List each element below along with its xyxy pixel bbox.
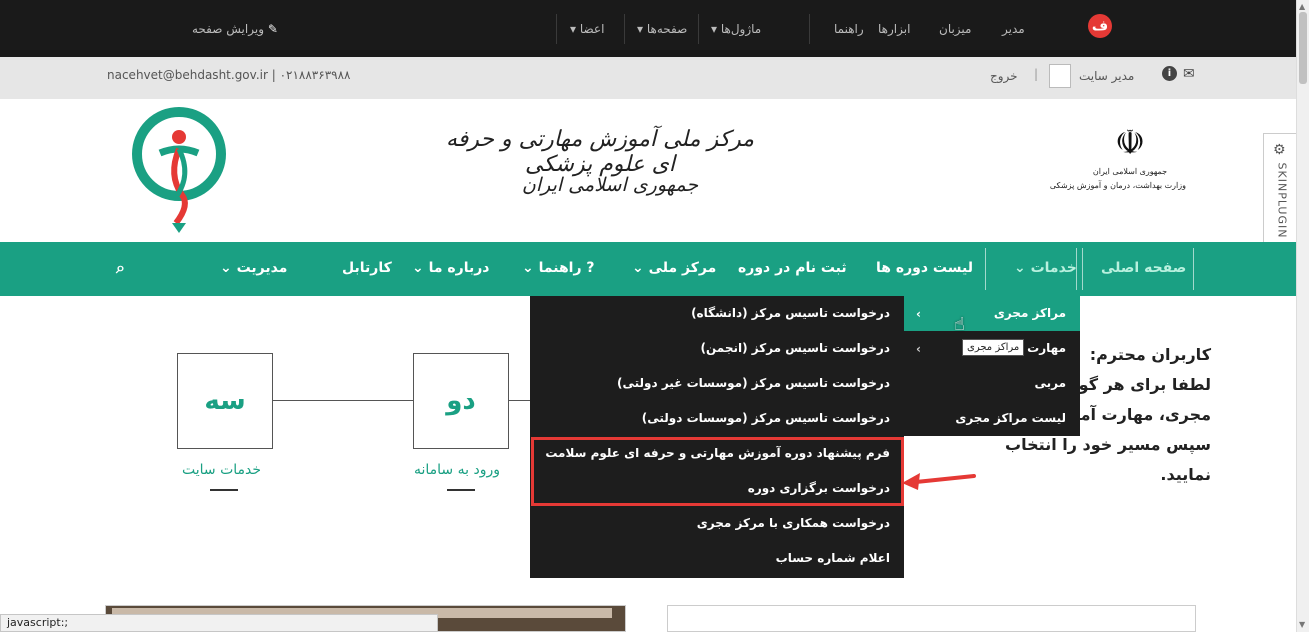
- ministry-line2: وزارت بهداشت، درمان و آموزش پزشکی: [1049, 181, 1186, 190]
- nav-cartable[interactable]: کارتابل: [342, 260, 392, 276]
- main-nav: ⌕ ⌄ مدیریت کارتابل ⌄ درباره ما ⌄ راهنما …: [0, 242, 1296, 296]
- contact-info: nacehvet@behdasht.gov.ir | ۰۲۱۸۸۳۶۳۹۸۸: [107, 68, 351, 82]
- submenu-item[interactable]: اعلام شماره حساب: [530, 541, 904, 576]
- divider: [698, 14, 699, 44]
- tools-link[interactable]: ابزارها: [878, 22, 910, 36]
- submenu-item[interactable]: درخواست تاسیس مرکز (موسسات غیر دولتی): [530, 366, 904, 401]
- iran-emblem-icon: ☫: [1114, 123, 1146, 163]
- underline: [447, 489, 475, 491]
- browser-page: { "topbar": { "edit_page": "ویرایش صفحه"…: [0, 0, 1309, 632]
- skinplugin-label: SKINPLUGIN: [1275, 162, 1289, 239]
- submenu-item[interactable]: درخواست تاسیس مرکز (موسسات دولتی): [530, 401, 904, 436]
- nav-home[interactable]: صفحه اصلی: [1082, 248, 1194, 290]
- step-connector: [509, 400, 531, 401]
- admin-toolbar: ویرایش صفحه ✎ ▾ اعضا ▾ صفحه‌ها ▾ ماژول‌ه…: [0, 0, 1296, 57]
- members-menu[interactable]: ▾ اعضا: [570, 22, 604, 36]
- avatar[interactable]: [1049, 64, 1071, 88]
- menu-item-centers-list[interactable]: لیست مراکز مجری: [903, 401, 1080, 436]
- help-link[interactable]: راهنما: [834, 22, 864, 36]
- arrow-icon: [902, 473, 976, 490]
- chevron-left-icon: ‹: [916, 342, 921, 356]
- submenu-item[interactable]: درخواست تاسیس مرکز (انجمن): [530, 331, 904, 366]
- site-subtitle: جمهوری اسلامی ایران: [521, 174, 699, 196]
- skinplugin-tab[interactable]: ⚙ SKINPLUGIN: [1263, 133, 1296, 252]
- search-icon[interactable]: ⌕: [116, 258, 125, 278]
- highlight-box: [531, 437, 904, 506]
- divider: [809, 14, 810, 44]
- step-three-box[interactable]: سه: [177, 353, 273, 449]
- submenu-item[interactable]: درخواست تاسیس مرکز (دانشگاه): [530, 296, 904, 331]
- nav-national-center[interactable]: ⌄ مرکز ملی: [632, 260, 716, 276]
- scroll-thumb[interactable]: [1299, 12, 1307, 84]
- info-card: [667, 605, 1196, 632]
- submenu-item[interactable]: درخواست همکاری با مرکز مجری: [530, 506, 904, 541]
- hand-cursor-icon: ☝: [954, 314, 965, 335]
- edit-page-link[interactable]: ویرایش صفحه ✎: [192, 22, 278, 36]
- step-two-box[interactable]: دو: [413, 353, 509, 449]
- question-icon: ?: [586, 260, 595, 276]
- step-two-label[interactable]: ورود به سامانه: [414, 462, 500, 478]
- site-title: مرکز ملی آموزش مهارتی و حرفه ای علوم پزش…: [445, 127, 755, 177]
- scrollbar[interactable]: ▲ ▼: [1296, 0, 1309, 632]
- site-header: مرکز ملی آموزش مهارتی و حرفه ای علوم پزش…: [0, 99, 1296, 242]
- divider: [556, 14, 557, 44]
- divider: |: [1034, 67, 1039, 81]
- divider: [624, 14, 625, 44]
- info-icon[interactable]: i: [1162, 66, 1177, 81]
- scroll-up-icon[interactable]: ▲: [1299, 2, 1305, 11]
- nav-about[interactable]: ⌄ درباره ما: [412, 260, 490, 276]
- host-link[interactable]: میزبان: [939, 22, 971, 36]
- scroll-down-icon[interactable]: ▼: [1299, 620, 1305, 629]
- ministry-line1: جمهوری اسلامی ایران: [1092, 167, 1168, 176]
- pages-menu[interactable]: ▾ صفحه‌ها: [637, 22, 687, 36]
- dnn-logo-icon[interactable]: ف: [1088, 14, 1112, 38]
- mail-icon[interactable]: ✉: [1183, 66, 1195, 82]
- pencil-icon: ✎: [267, 22, 278, 36]
- underline: [210, 489, 238, 491]
- nav-management[interactable]: ⌄ مدیریت: [220, 260, 287, 276]
- gear-icon[interactable]: ⚙: [1273, 142, 1286, 158]
- user-bar: nacehvet@behdasht.gov.ir | ۰۲۱۸۸۳۶۳۹۸۸ خ…: [0, 57, 1296, 99]
- tooltip: مراکز مجری: [962, 339, 1025, 356]
- center-logo-icon[interactable]: [130, 105, 228, 235]
- nav-register[interactable]: ثبت نام در دوره: [738, 260, 847, 276]
- nav-services[interactable]: ⌄ خدمات: [985, 248, 1077, 290]
- step-connector: [273, 400, 413, 401]
- modules-menu[interactable]: ▾ ماژول‌ها: [711, 22, 761, 36]
- chevron-left-icon: ‹: [916, 307, 921, 321]
- logout-link[interactable]: خروج: [990, 69, 1018, 83]
- menu-item-executive-centers[interactable]: مراکز مجری: [903, 296, 1080, 331]
- nav-course-list[interactable]: لیست دوره ها: [876, 260, 973, 276]
- admin-link[interactable]: مدیر: [1002, 22, 1025, 36]
- site-admin-link[interactable]: مدیر سایت: [1079, 69, 1134, 83]
- services-dropdown: مراکز مجری ‹ مهارت ‹ مربی لیست مراکز مجر…: [903, 296, 1080, 436]
- step-three-label[interactable]: خدمات سایت: [182, 462, 261, 478]
- status-bar: javascript:;: [0, 614, 438, 632]
- nav-guide[interactable]: ⌄ راهنما ?: [522, 260, 595, 276]
- menu-item-trainer[interactable]: مربی: [903, 366, 1080, 401]
- notice-line: سپس مسیر خود را انتخاب نمایید.: [1005, 435, 1211, 484]
